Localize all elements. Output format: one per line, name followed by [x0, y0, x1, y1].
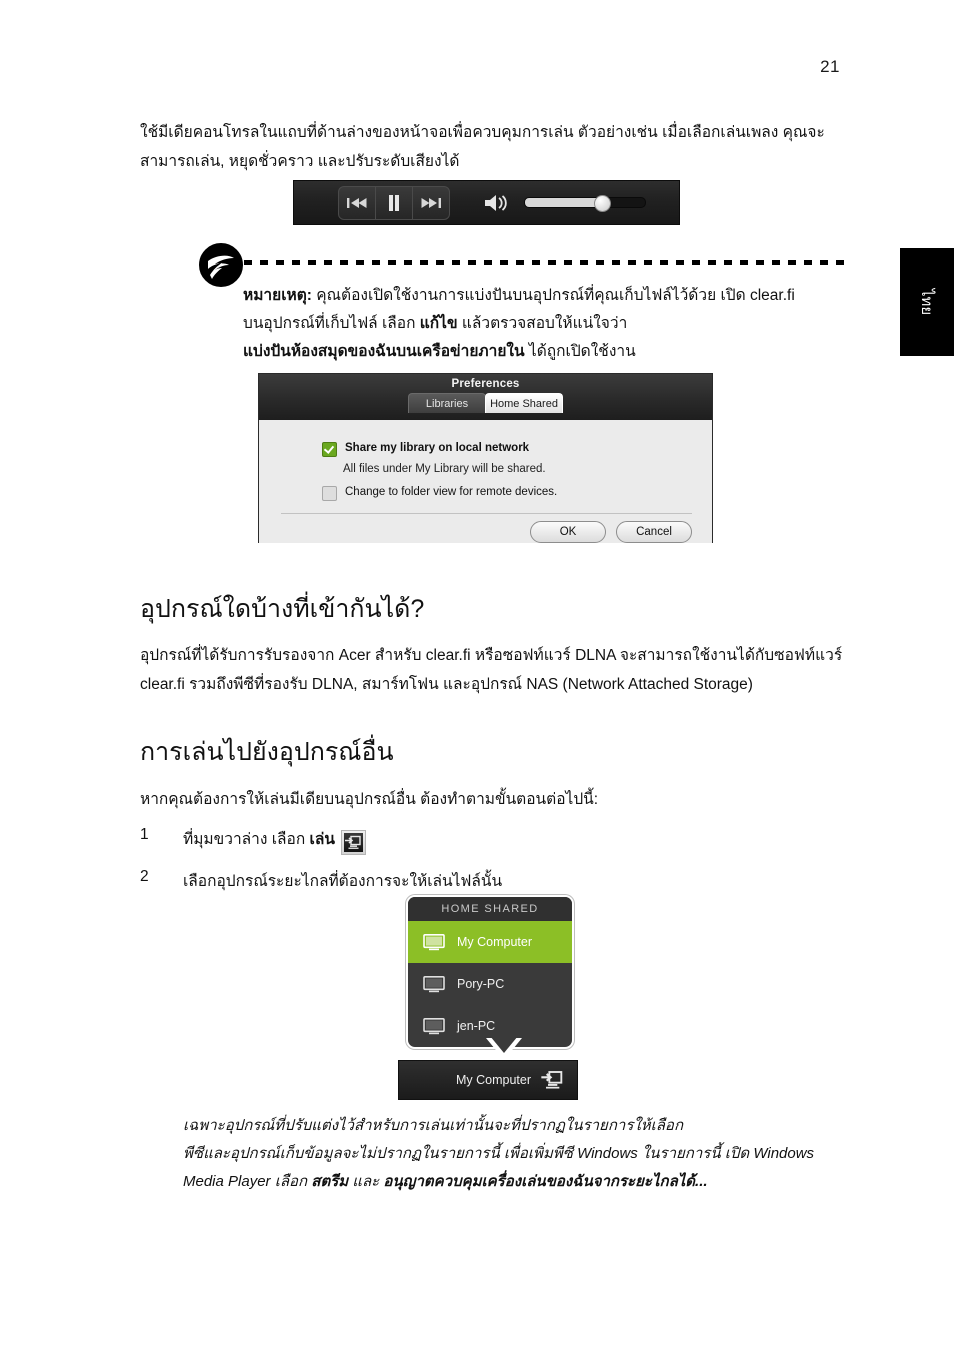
note-line-1-rest: คุณต้องเปิดใช้งานการแบ่งปันบนอุปกรณ์ที่ค… [311, 287, 795, 304]
page-number: 21 [820, 57, 840, 76]
folder-view-label: Change to folder view for remote devices… [345, 486, 558, 498]
heading-play-to-device: การเล่นไปยังอุปกรณ์อื่น [140, 738, 394, 766]
volume-slider[interactable] [524, 194, 646, 212]
preferences-tabs: Libraries Home Shared [259, 393, 712, 413]
preferences-body: Share my library on local network All fi… [259, 420, 712, 543]
step-1-text-bold: เล่น [309, 831, 335, 848]
compatible-devices-paragraph: อุปกรณ์ที่ได้รับการรับรองจาก Acer สำหรับ… [140, 647, 843, 693]
footnote-line-2: พีซีและอุปกรณ์เก็บข้อมูลจะไม่ปรากฏในรายก… [183, 1145, 815, 1162]
note-line-2-post: แล้วตรวจสอบให้แน่ใจว่า [457, 315, 628, 332]
footnote-line-3-bold2: อนุญาตควบคุมเครื่องเล่นของฉันจากระยะไกลไ… [383, 1173, 708, 1190]
tab-home-shared[interactable]: Home Shared [485, 393, 563, 413]
preferences-title: Preferences [451, 378, 520, 390]
device-item-pory-pc[interactable]: Pory-PC [408, 963, 572, 1005]
monitor-icon [423, 975, 445, 992]
previous-track-icon [347, 197, 367, 208]
device-label: My Computer [457, 935, 533, 949]
play-to-device-icon [340, 830, 366, 855]
note-line-2: บนอุปกรณ์ที่เก็บไฟล์ เลือก แก้ไข แล้วตรว… [243, 310, 863, 338]
preferences-dialog: Preferences Libraries Home Shared Share … [258, 373, 713, 543]
footnote-line-1: เฉพาะอุปกรณ์ที่ปรับแต่งไว้สำหรับการเล่นเ… [183, 1117, 684, 1134]
language-thumb-tab: ไทย [900, 248, 954, 356]
note-line-3-bold: แบ่งปันห้องสมุดของฉันบนเครือข่ายภายใน [243, 343, 525, 360]
note-line-2-bold: แก้ไข [419, 315, 458, 332]
folder-view-checkbox[interactable] [322, 486, 337, 501]
footnote-line-3-mid: และ [348, 1173, 384, 1190]
note-text: หมายเหตุ: คุณต้องเปิดใช้งานการแบ่งปันบนอ… [243, 282, 863, 366]
monitor-icon [423, 1017, 445, 1034]
note-line-1: หมายเหตุ: คุณต้องเปิดใช้งานการแบ่งปันบนอ… [243, 282, 863, 310]
home-shared-title: HOME SHARED [408, 897, 572, 921]
note-dashed-divider [244, 260, 850, 265]
share-library-sublabel: All files under My Library will be share… [343, 463, 546, 475]
next-track-icon [421, 197, 441, 208]
step-2-text: เลือกอุปกรณ์ระยะไกลที่ต้องการจะให้เล่นไฟ… [183, 873, 503, 890]
note-line-3-post: ได้ถูกเปิดใช้งาน [524, 343, 636, 360]
share-library-checkbox-row[interactable]: Share my library on local network [322, 442, 529, 457]
pause-icon [389, 194, 399, 211]
footnote-line-3-bold1: สตรีม [311, 1173, 349, 1190]
previous-track-button[interactable] [339, 186, 376, 219]
pause-button[interactable] [376, 186, 413, 219]
ok-button[interactable]: OK [530, 521, 606, 543]
note-label: หมายเหตุ: [243, 287, 312, 304]
note-line-2-pre: บนอุปกรณ์ที่เก็บไฟล์ เลือก [243, 315, 420, 332]
cancel-button[interactable]: Cancel [616, 521, 692, 543]
footnote-text: เฉพาะอุปกรณ์ที่ปรับแต่งไว้สำหรับการเล่นเ… [183, 1112, 863, 1196]
step-2-number: 2 [140, 868, 149, 885]
home-shared-bottom-bar: My Computer [398, 1060, 578, 1100]
document-page: 21 ไทย ใช้มีเดียคอนโทรลในแถบที่ด้านล่างข… [0, 0, 954, 1369]
heading-compatible-devices: อุปกรณ์ใดบ้างที่เข้ากันได้? [140, 595, 425, 623]
play-to-device-glyph [345, 835, 362, 849]
volume-control[interactable] [484, 193, 646, 213]
preferences-divider [281, 513, 692, 514]
home-shared-widget: HOME SHARED My Computer Pory-PC jen-PC M… [398, 895, 578, 1100]
volume-icon [485, 194, 507, 211]
folder-view-checkbox-row[interactable]: Change to folder view for remote devices… [322, 486, 557, 501]
tab-libraries[interactable]: Libraries [408, 393, 486, 413]
acer-logo-icon [199, 243, 243, 287]
step-1-number: 1 [140, 826, 149, 843]
monitor-icon [423, 933, 445, 950]
next-track-button[interactable] [413, 187, 449, 219]
share-library-checkbox[interactable] [322, 442, 337, 457]
transport-controls [338, 185, 450, 220]
note-line-3: แบ่งปันห้องสมุดของฉันบนเครือข่ายภายใน ได… [243, 338, 863, 366]
play-to-device-intro: หากคุณต้องการให้เล่นมีเดียบนอุปกรณ์อื่น … [140, 791, 599, 808]
preferences-titlebar: Preferences Libraries Home Shared [259, 374, 712, 420]
media-player-bar [293, 180, 680, 225]
language-thumb-tab-label: ไทย [918, 288, 935, 316]
device-item-my-computer[interactable]: My Computer [408, 921, 572, 963]
footnote-line-3-pre: Media Player เลือก [183, 1173, 312, 1190]
popover-pointer-inner [490, 1036, 518, 1053]
volume-slider-knob[interactable] [593, 194, 611, 212]
device-label: jen-PC [457, 1019, 496, 1033]
home-shared-bar-label: My Computer [455, 1073, 531, 1087]
play-to-device-icon[interactable] [541, 1070, 563, 1090]
intro-paragraph: ใช้มีเดียคอนโทรลในแถบที่ด้านล่างของหน้าจ… [140, 124, 825, 170]
step-1-text-pre: ที่มุมขวาล่าง เลือก [183, 831, 310, 848]
step-1-text: ที่มุมขวาล่าง เลือก เล่น [183, 826, 366, 855]
home-shared-panel: HOME SHARED My Computer Pory-PC jen-PC [406, 895, 574, 1049]
device-label: Pory-PC [457, 977, 505, 991]
share-library-label: Share my library on local network [345, 442, 530, 454]
footnote-line-3: Media Player เลือก สตรีม และ อนุญาตควบคุ… [183, 1168, 863, 1196]
